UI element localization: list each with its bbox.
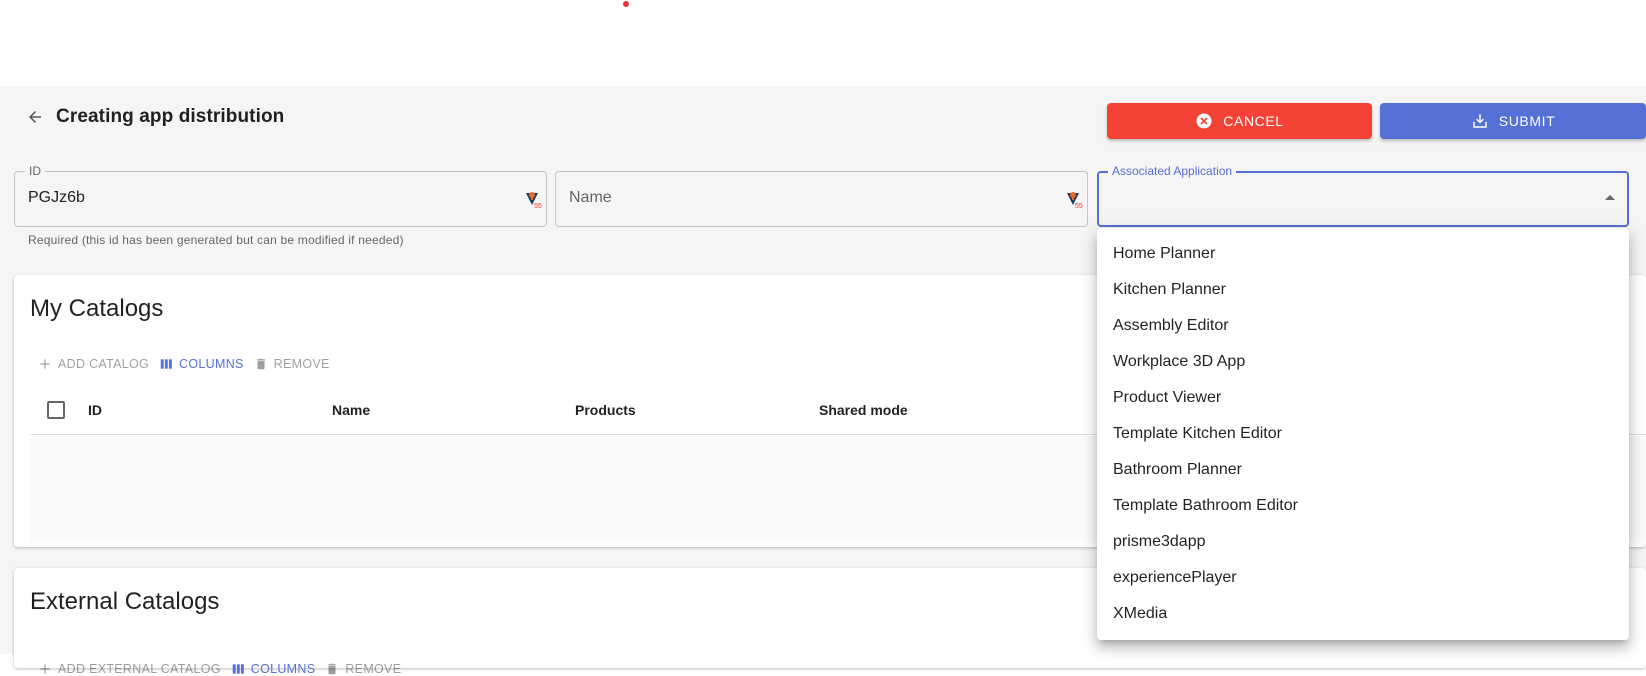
associated-application-label: Associated Application	[1108, 164, 1237, 178]
svg-text:55: 55	[1075, 203, 1083, 209]
columns-icon	[232, 664, 244, 674]
remove-button[interactable]: REMOVE	[254, 357, 330, 371]
cancel-button[interactable]: CANCEL	[1107, 103, 1372, 139]
columns-button[interactable]: COLUMNS	[159, 357, 244, 371]
external-columns-button[interactable]: COLUMNS	[231, 662, 316, 676]
id-helper-text: Required (this id has been generated but…	[28, 233, 404, 247]
arrow-left-icon	[29, 111, 41, 123]
name-field[interactable]: Name 55	[555, 171, 1088, 227]
submit-label: SUBMIT	[1498, 113, 1556, 129]
menu-option[interactable]: prisme3dapp	[1097, 524, 1629, 560]
menu-option[interactable]: Template Kitchen Editor	[1097, 416, 1629, 452]
menu-option[interactable]: XMedia	[1097, 596, 1629, 632]
page-title: Creating app distribution	[56, 106, 285, 127]
menu-option[interactable]: Template Bathroom Editor	[1097, 488, 1629, 524]
name-field-placeholder: Name	[569, 189, 612, 206]
extension-badge-icon[interactable]: 55	[1067, 191, 1083, 209]
external-catalogs-toolbar: ADD EXTERNAL CATALOG COLUMNS REMOVE	[38, 662, 411, 676]
trash-icon	[328, 663, 337, 675]
external-catalogs-title: External Catalogs	[30, 588, 220, 615]
my-catalogs-title: My Catalogs	[30, 295, 164, 322]
menu-option[interactable]: Home Planner	[1097, 236, 1629, 272]
column-header-shared-mode[interactable]: Shared mode	[819, 402, 908, 418]
plus-icon	[40, 664, 50, 674]
external-remove-label: REMOVE	[345, 662, 402, 676]
svg-text:55: 55	[534, 203, 542, 209]
menu-option[interactable]: experiencePlayer	[1097, 560, 1629, 596]
extension-badge-icon[interactable]: 55	[526, 191, 542, 209]
submit-button[interactable]: SUBMIT	[1380, 103, 1646, 139]
menu-option[interactable]: Assembly Editor	[1097, 308, 1629, 344]
external-columns-label: COLUMNS	[250, 662, 316, 676]
my-catalogs-toolbar: ADD CATALOG COLUMNS REMOVE	[38, 357, 340, 371]
select-all-checkbox[interactable]	[47, 401, 65, 419]
menu-option[interactable]: Kitchen Planner	[1097, 272, 1629, 308]
columns-label: COLUMNS	[179, 357, 244, 371]
column-header-name[interactable]: Name	[332, 402, 370, 418]
columns-icon	[160, 359, 172, 369]
add-external-catalog-label: ADD EXTERNAL CATALOG	[58, 662, 221, 676]
menu-option[interactable]: Product Viewer	[1097, 380, 1629, 416]
menu-option[interactable]: Bathroom Planner	[1097, 452, 1629, 488]
add-catalog-label: ADD CATALOG	[58, 357, 150, 371]
add-catalog-button[interactable]: ADD CATALOG	[38, 357, 149, 371]
id-field-value[interactable]: PGJz6b	[28, 189, 85, 207]
close-circle-icon	[1196, 113, 1212, 129]
page-content: Creating app distribution CANCEL SUBMIT …	[0, 86, 1646, 676]
download-icon	[1473, 114, 1487, 128]
id-field[interactable]: ID PGJz6b 55	[14, 164, 547, 227]
associated-application-menu: Home Planner Kitchen Planner Assembly Ed…	[1097, 228, 1629, 640]
external-remove-button[interactable]: REMOVE	[325, 662, 401, 676]
column-header-products[interactable]: Products	[575, 402, 636, 418]
cancel-label: CANCEL	[1223, 113, 1284, 129]
page-header: Creating app distribution	[24, 106, 284, 128]
add-external-catalog-button[interactable]: ADD EXTERNAL CATALOG	[38, 662, 221, 676]
browser-top-area	[0, 0, 1646, 86]
back-button[interactable]	[24, 106, 46, 128]
associated-application-select[interactable]: Associated Application	[1097, 164, 1629, 227]
arrow-up-icon[interactable]	[1605, 195, 1615, 200]
cursor-indicator	[623, 1, 629, 7]
column-header-id[interactable]: ID	[88, 402, 102, 418]
trash-icon	[256, 358, 265, 370]
plus-icon	[40, 359, 50, 369]
id-field-label: ID	[25, 164, 45, 178]
remove-label: REMOVE	[273, 357, 330, 371]
menu-option[interactable]: Workplace 3D App	[1097, 344, 1629, 380]
